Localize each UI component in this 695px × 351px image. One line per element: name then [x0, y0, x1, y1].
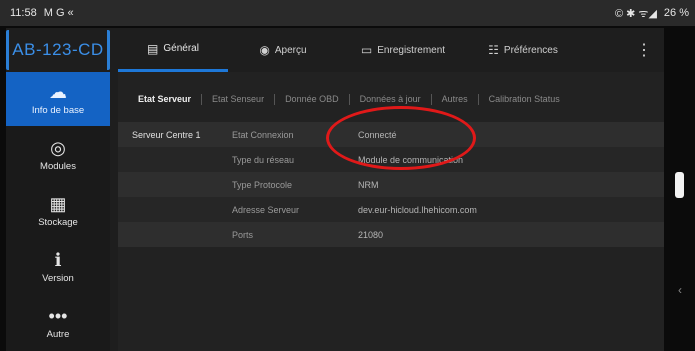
row-value: Connecté: [358, 129, 397, 140]
subtab-etat-serveur[interactable]: Etat Serveur: [128, 93, 203, 105]
sidebar-item-autre[interactable]: ••• Autre: [6, 296, 110, 350]
notification-icons: M G «: [43, 7, 74, 19]
sidebar-item-label: Modules: [40, 160, 76, 172]
main-content: Etat Serveur Etat Senseur Donnée OBD Don…: [118, 72, 664, 351]
status-time: 11:58: [10, 7, 37, 19]
chevron-left-icon[interactable]: ‹: [678, 283, 682, 297]
sidebar-item-label: Version: [42, 272, 74, 284]
tab-label: Préférences: [503, 44, 558, 56]
row-value: 21080: [358, 229, 384, 240]
sidebar: ☁ Info de base ◎ Modules ▦ Stockage ℹ Ve…: [6, 72, 110, 351]
recording-icon: ▭: [360, 43, 373, 57]
module-icon: ◎: [50, 137, 66, 158]
scroll-handle[interactable]: [675, 172, 684, 198]
storage-icon: ▦: [49, 193, 67, 214]
tab-enregistrement[interactable]: ▭ Enregistrement: [338, 28, 468, 72]
row-label: Type Protocole: [232, 179, 293, 190]
table-row: Ports 21080: [118, 222, 664, 247]
battery-level: 26 %: [663, 7, 689, 19]
table-row: Adresse Serveur dev.eur-hicloud.lhehicom…: [118, 197, 664, 222]
subtab-autres[interactable]: Autres: [432, 93, 479, 105]
server-info-table: Serveur Centre 1 Etat Connexion Connecté…: [118, 122, 664, 247]
info-icon: ℹ: [54, 249, 62, 270]
camera-icon: ◉: [259, 43, 270, 57]
row-label: Type du réseau: [232, 154, 295, 165]
sidebar-item-info-de-base[interactable]: ☁ Info de base: [6, 72, 110, 126]
status-bar: 11:58 M G « © ✱ ᯤ◢ 26 %: [0, 0, 695, 26]
sidebar-item-stockage[interactable]: ▦ Stockage: [6, 184, 110, 238]
sidebar-item-version[interactable]: ℹ Version: [6, 240, 110, 294]
signal-icons: © ✱ ᯤ◢: [614, 7, 657, 20]
tab-label: Aperçu: [274, 44, 307, 56]
sidebar-item-label: Info de base: [31, 104, 85, 116]
row-label: Ports: [232, 229, 254, 240]
table-row: Type Protocole NRM: [118, 172, 664, 197]
app-screen: AB-123-CD ▤ Général ◉ Aperçu ▭ Enregistr…: [6, 28, 664, 351]
row-value: NRM: [358, 179, 379, 190]
top-tabs: ▤ Général ◉ Aperçu ▭ Enregistrement ☷ Pr…: [118, 28, 664, 72]
device-id-badge: AB-123-CD: [6, 30, 110, 70]
sidebar-item-label: Autre: [46, 328, 70, 340]
tab-label: Enregistrement: [377, 44, 446, 56]
sidebar-item-modules[interactable]: ◎ Modules: [6, 128, 110, 182]
sub-tabs: Etat Serveur Etat Senseur Donnée OBD Don…: [118, 90, 664, 108]
server-name: Serveur Centre 1: [132, 129, 201, 140]
row-value: Module de communication: [358, 154, 464, 165]
cloud-icon: ☁: [49, 81, 67, 102]
tab-general[interactable]: ▤ Général: [118, 28, 228, 72]
tab-apercu[interactable]: ◉ Aperçu: [228, 28, 338, 72]
list-icon: ▤: [147, 41, 159, 56]
row-value: dev.eur-hicloud.lhehicom.com: [358, 204, 477, 215]
table-row: Serveur Centre 1 Etat Connexion Connecté: [118, 122, 664, 147]
subtab-calibration-status[interactable]: Calibration Status: [479, 94, 570, 105]
table-row: Type du réseau Module de communication: [118, 147, 664, 172]
subtab-etat-senseur[interactable]: Etat Senseur: [202, 93, 276, 105]
settings-icon: ☷: [488, 43, 499, 57]
tab-preferences[interactable]: ☷ Préférences: [468, 28, 578, 72]
subtab-donnee-obd[interactable]: Donnée OBD: [275, 93, 350, 105]
row-label: Etat Connexion: [232, 129, 294, 140]
sidebar-item-label: Stockage: [38, 216, 78, 228]
subtab-donnees-a-jour[interactable]: Données à jour: [350, 93, 432, 105]
more-icon: •••: [48, 305, 68, 326]
more-menu-icon[interactable]: ⋮: [636, 40, 652, 60]
tab-label: Général: [163, 43, 199, 54]
row-label: Adresse Serveur: [232, 204, 300, 215]
